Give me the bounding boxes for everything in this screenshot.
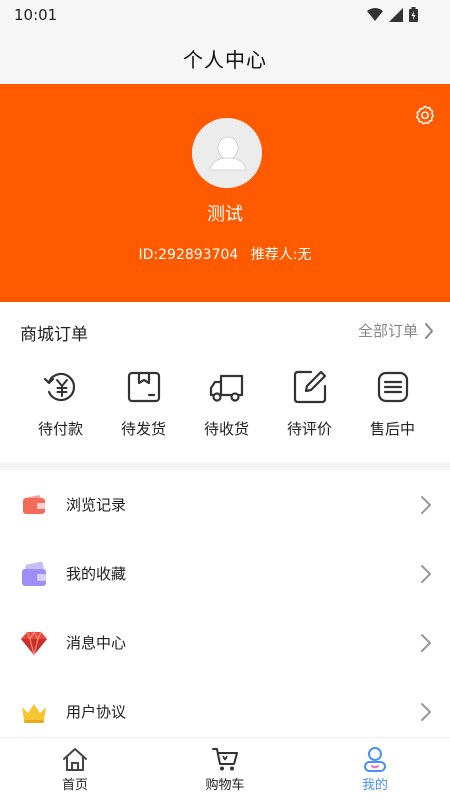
default-avatar-icon	[192, 118, 262, 188]
menu-list: 浏览记录 我的收藏 消息中心 用户协议	[0, 470, 450, 746]
menu-item-messages[interactable]: 消息中心	[0, 608, 450, 677]
nav-label: 首页	[61, 778, 88, 793]
nav-mine[interactable]: 我的	[300, 738, 450, 800]
chevron-right-icon	[421, 633, 431, 652]
chevron-right-icon	[421, 564, 431, 583]
wallet-icon	[23, 494, 45, 514]
order-label: 待收货	[203, 420, 249, 438]
cart-icon	[212, 748, 238, 771]
home-icon	[63, 748, 87, 771]
order-label: 待评价	[286, 420, 332, 438]
referrer: 推荐人:无	[250, 247, 312, 263]
status-icons	[367, 7, 418, 22]
user-icon	[364, 747, 386, 772]
menu-label: 我的收藏	[66, 565, 127, 583]
menu-label: 消息中心	[66, 634, 127, 652]
order-pending-shipment[interactable]: 待发货	[102, 368, 185, 439]
diamond-icon	[21, 630, 47, 655]
package-box-icon	[127, 371, 160, 403]
menu-item-user-agreement[interactable]: 用户协议	[0, 677, 450, 746]
order-pending-receipt[interactable]: 待收货	[185, 368, 268, 439]
all-orders-link[interactable]: 全部订单	[358, 320, 434, 341]
user-id-line: ID:292893704 推荐人:无	[0, 244, 450, 264]
nav-label: 我的	[361, 778, 388, 793]
order-label: 待发货	[120, 420, 166, 438]
username: 测试	[207, 204, 243, 225]
menu-item-browse-history[interactable]: 浏览记录	[0, 470, 450, 539]
user-id: ID:292893704	[138, 247, 239, 263]
menu-label: 用户协议	[66, 703, 127, 721]
title-bar: 个人中心	[0, 30, 450, 84]
nav-label: 购物车	[205, 778, 245, 793]
avatar[interactable]	[192, 118, 262, 188]
card-wallet-icon	[22, 561, 46, 586]
menu-label: 浏览记录	[66, 496, 127, 514]
status-bar: 10:01	[0, 0, 450, 30]
nav-home[interactable]: 首页	[0, 738, 150, 800]
list-card-icon	[377, 371, 408, 403]
profile-header	[0, 84, 450, 302]
order-label: 售后中	[369, 420, 415, 438]
settings-icon[interactable]	[414, 104, 436, 126]
order-label: 待付款	[37, 420, 83, 438]
crown-icon	[22, 703, 46, 723]
orders-section: 商城订单 全部订单 待付款 待发货 待收货 待评价 售后中	[0, 302, 450, 462]
order-after-sales[interactable]: 售后中	[351, 368, 434, 439]
edit-pen-icon	[293, 370, 326, 404]
nav-cart[interactable]: 购物车	[150, 738, 300, 800]
orders-title: 商城订单	[20, 325, 88, 345]
wifi-icon	[367, 7, 383, 21]
chevron-right-icon	[421, 495, 431, 514]
delivery-truck-icon	[209, 374, 243, 402]
order-status-row: 待付款 待发货 待收货 待评价 售后中	[0, 368, 450, 439]
order-pending-payment[interactable]: 待付款	[19, 368, 102, 439]
chevron-right-icon	[425, 322, 433, 339]
signal-icon	[389, 7, 403, 22]
bottom-nav: 首页 购物车 我的	[0, 737, 450, 800]
battery-icon	[409, 7, 418, 22]
all-orders-label: 全部订单	[357, 322, 418, 340]
yen-refresh-icon	[43, 372, 75, 402]
chevron-right-icon	[421, 702, 431, 721]
order-pending-review[interactable]: 待评价	[268, 368, 351, 439]
section-divider	[0, 462, 450, 470]
menu-item-favorites[interactable]: 我的收藏	[0, 539, 450, 608]
page-title: 个人中心	[183, 48, 267, 72]
status-time: 10:01	[14, 6, 58, 24]
